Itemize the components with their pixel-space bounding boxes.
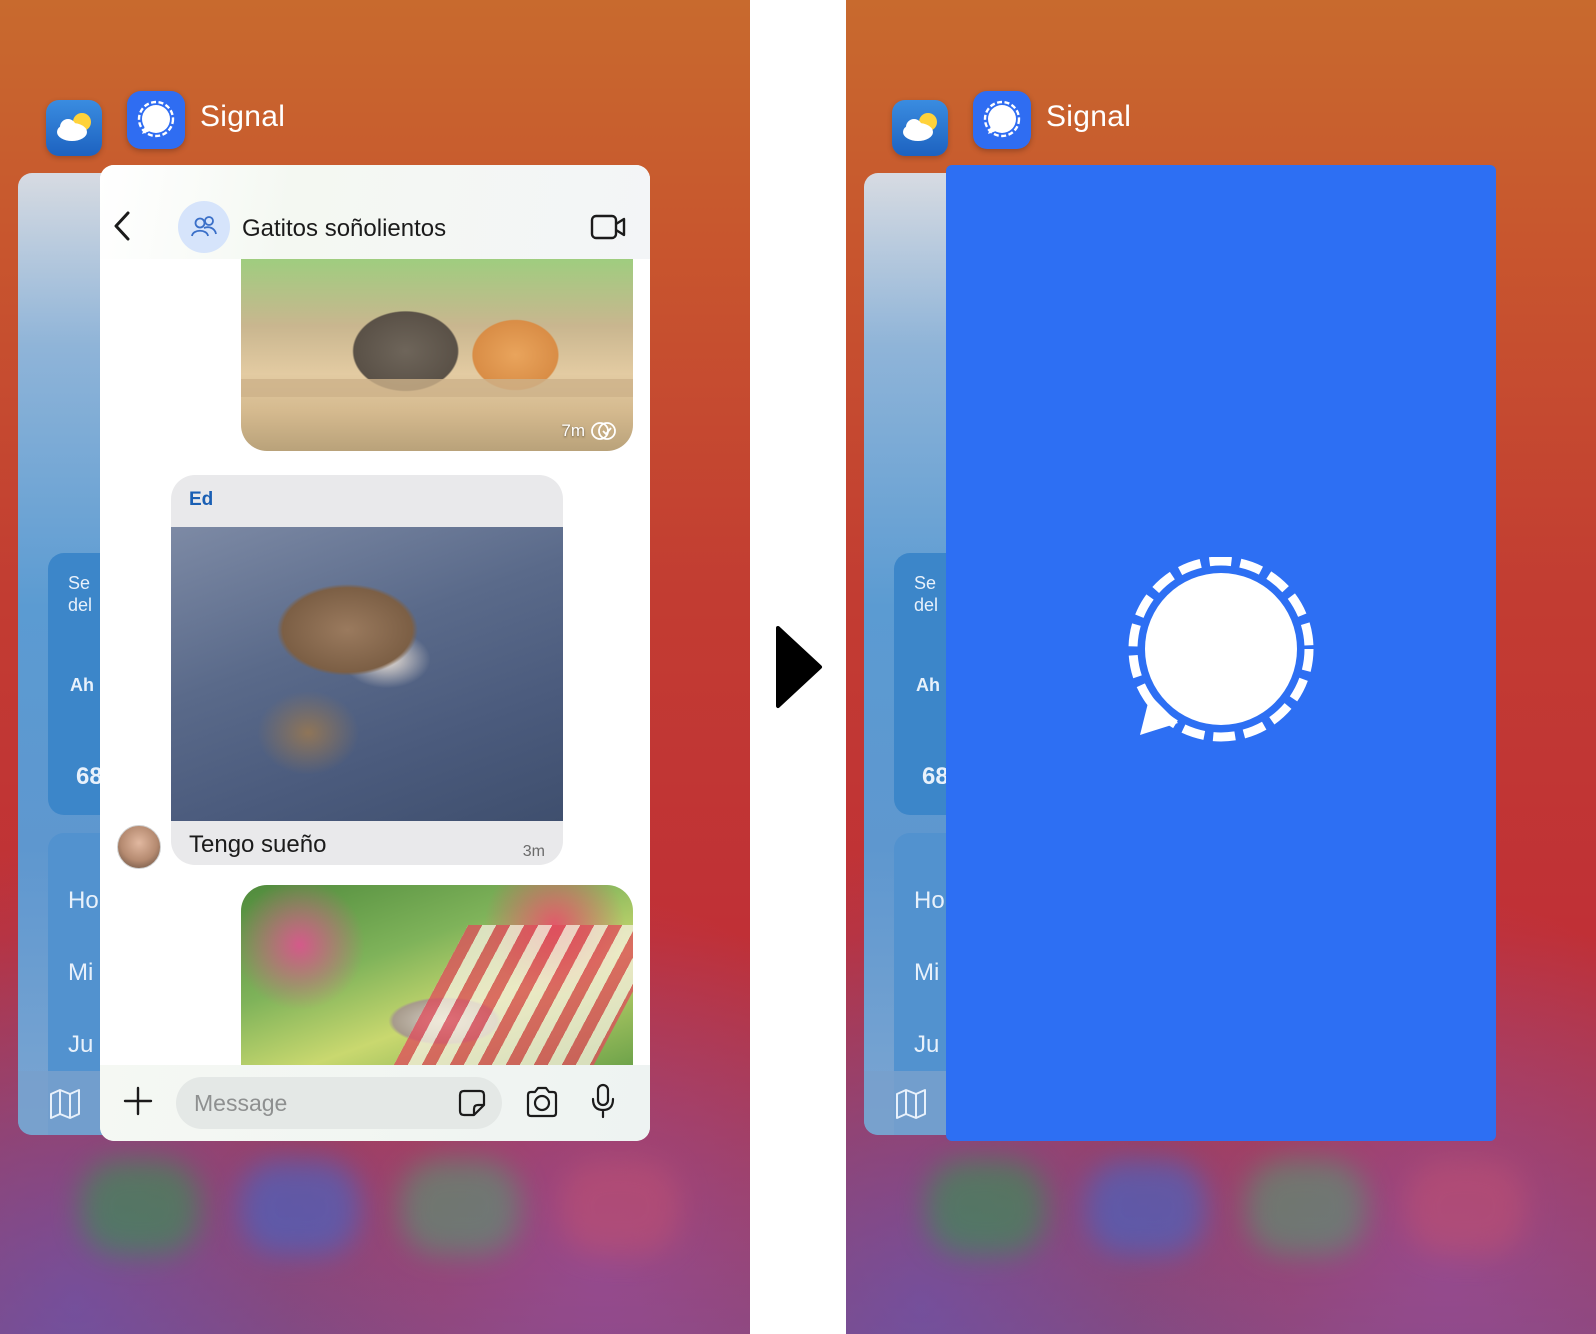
widget-text: Ho (914, 887, 945, 914)
signal-chat-window[interactable]: Gatitos soñolientos 7m Ed Tengo sueño 3m… (100, 165, 650, 1141)
dock-blur (80, 1160, 200, 1255)
dock-blur (926, 1160, 1046, 1255)
signal-logo-icon (1128, 557, 1314, 742)
signal-splash-screen[interactable] (946, 165, 1496, 1141)
widget-text: Ju (914, 1031, 940, 1058)
message-input[interactable] (176, 1077, 502, 1129)
app-switcher-title: Signal (200, 100, 286, 133)
widget-text: Ah (916, 675, 940, 695)
message-photo[interactable] (241, 885, 633, 1085)
app-switcher-title: Signal (1046, 100, 1132, 133)
dock-blur (400, 1160, 520, 1255)
widget-text: Ah (70, 675, 94, 695)
widget-text: Ho (68, 887, 99, 914)
group-icon (191, 216, 217, 237)
dock-blur (1086, 1160, 1206, 1255)
message-photo[interactable]: 7m (241, 259, 633, 451)
app-switcher-left: Signal Se del Ah 68 Ho Mi Ju Gatitos soñ… (0, 0, 750, 1334)
transition-divider (750, 0, 846, 1334)
app-switcher-right: Signal Se del Ah 68 Ho Mi Ju (846, 0, 1596, 1334)
camera-icon[interactable] (524, 1085, 560, 1119)
sender-name[interactable]: Ed (189, 489, 213, 511)
widget-temperature: 68 (922, 763, 949, 790)
chat-header: Gatitos soñolientos (100, 165, 650, 259)
dock-blur (240, 1160, 360, 1255)
dock-blur (1406, 1160, 1526, 1255)
video-call-icon[interactable] (590, 213, 626, 241)
message-time: 3m (522, 843, 545, 860)
widget-text: Mi (68, 959, 94, 986)
widget-text: Mi (914, 959, 940, 986)
avatar[interactable] (117, 825, 161, 869)
widget-text: del (68, 595, 93, 615)
widget-text: del (914, 595, 939, 615)
message-photo[interactable] (171, 527, 563, 821)
widget-temperature: 68 (76, 763, 103, 790)
back-icon[interactable] (110, 209, 136, 243)
weather-app-icon[interactable] (892, 100, 948, 156)
message-composer (100, 1065, 650, 1141)
dock-blur (560, 1160, 680, 1255)
incoming-message[interactable]: Ed Tengo sueño 3m (171, 475, 563, 865)
signal-app-icon[interactable] (127, 91, 185, 149)
photo-detail (241, 379, 633, 397)
play-arrow-icon (776, 626, 822, 708)
sticker-icon[interactable] (456, 1087, 488, 1119)
widget-text: Se (914, 573, 937, 593)
widget-text: Se (68, 573, 91, 593)
signal-app-icon[interactable] (973, 91, 1031, 149)
attach-plus-icon[interactable] (122, 1085, 154, 1117)
map-icon (896, 1089, 926, 1119)
message-text: Tengo sueño (189, 831, 327, 858)
widget-text: Ju (68, 1031, 94, 1058)
microphone-icon[interactable] (590, 1083, 616, 1119)
photo-detail (393, 925, 633, 1065)
map-icon (50, 1089, 80, 1119)
group-avatar[interactable] (178, 201, 230, 253)
dock-blur (1246, 1160, 1366, 1255)
message-meta: 7m (561, 421, 617, 441)
weather-app-icon[interactable] (46, 100, 102, 156)
delivered-check-icon (591, 422, 616, 440)
message-time: 7m (561, 421, 585, 440)
chat-title[interactable]: Gatitos soñolientos (242, 215, 446, 243)
